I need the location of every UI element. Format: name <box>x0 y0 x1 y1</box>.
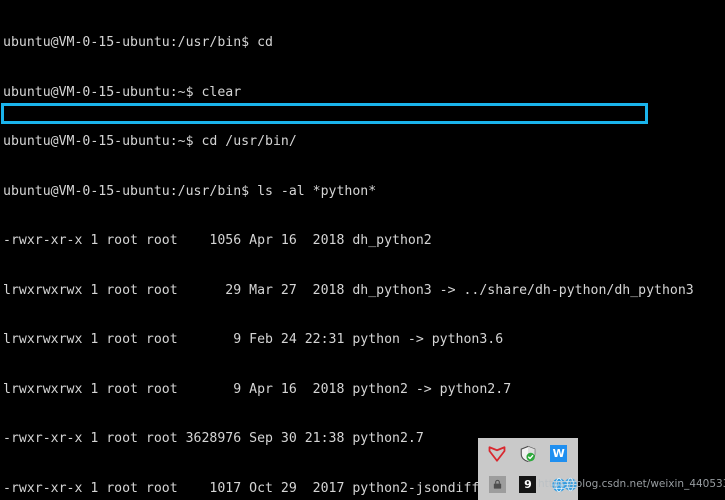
terminal-screen: ubuntu@VM-0-15-ubuntu:/usr/bin$ cd ubunt… <box>0 0 725 500</box>
system-tray-overlay[interactable]: W 9 <box>478 438 578 500</box>
security-shield-icon[interactable] <box>518 444 538 464</box>
notification-count-icon[interactable]: 9 <box>518 475 538 495</box>
wps-icon[interactable]: W <box>549 444 569 464</box>
mcafee-icon[interactable] <box>487 444 507 464</box>
lock-icon[interactable] <box>487 475 507 495</box>
terminal-line: -rwxr-xr-x 1 root root 3628976 Sep 30 21… <box>3 431 424 447</box>
globe-icon[interactable] <box>549 475 569 495</box>
wps-icon-label: W <box>550 445 568 462</box>
terminal-line-highlighted: lrwxrwxrwx 1 root root 9 Feb 24 22:31 py… <box>3 332 504 348</box>
terminal-line: ubuntu@VM-0-15-ubuntu:/usr/bin$ cd <box>3 35 273 51</box>
terminal-line: ubuntu@VM-0-15-ubuntu:~$ cd /usr/bin/ <box>3 134 297 150</box>
tray-row-bottom: 9 <box>478 469 578 500</box>
terminal-line: lrwxrwxrwx 1 root root 29 Mar 27 2018 dh… <box>3 282 694 298</box>
tray-row-top: W <box>478 438 578 469</box>
terminal-line: ubuntu@VM-0-15-ubuntu:~$ clear <box>3 84 242 100</box>
notification-count-label: 9 <box>519 476 537 493</box>
terminal-output[interactable]: ubuntu@VM-0-15-ubuntu:/usr/bin$ cd ubunt… <box>0 0 725 500</box>
terminal-line: lrwxrwxrwx 1 root root 9 Apr 16 2018 pyt… <box>3 381 512 397</box>
terminal-line: ubuntu@VM-0-15-ubuntu:/usr/bin$ ls -al *… <box>3 183 377 199</box>
terminal-line: -rwxr-xr-x 1 root root 1056 Apr 16 2018 … <box>3 233 432 249</box>
terminal-line: -rwxr-xr-x 1 root root 1017 Oct 29 2017 … <box>3 480 480 496</box>
